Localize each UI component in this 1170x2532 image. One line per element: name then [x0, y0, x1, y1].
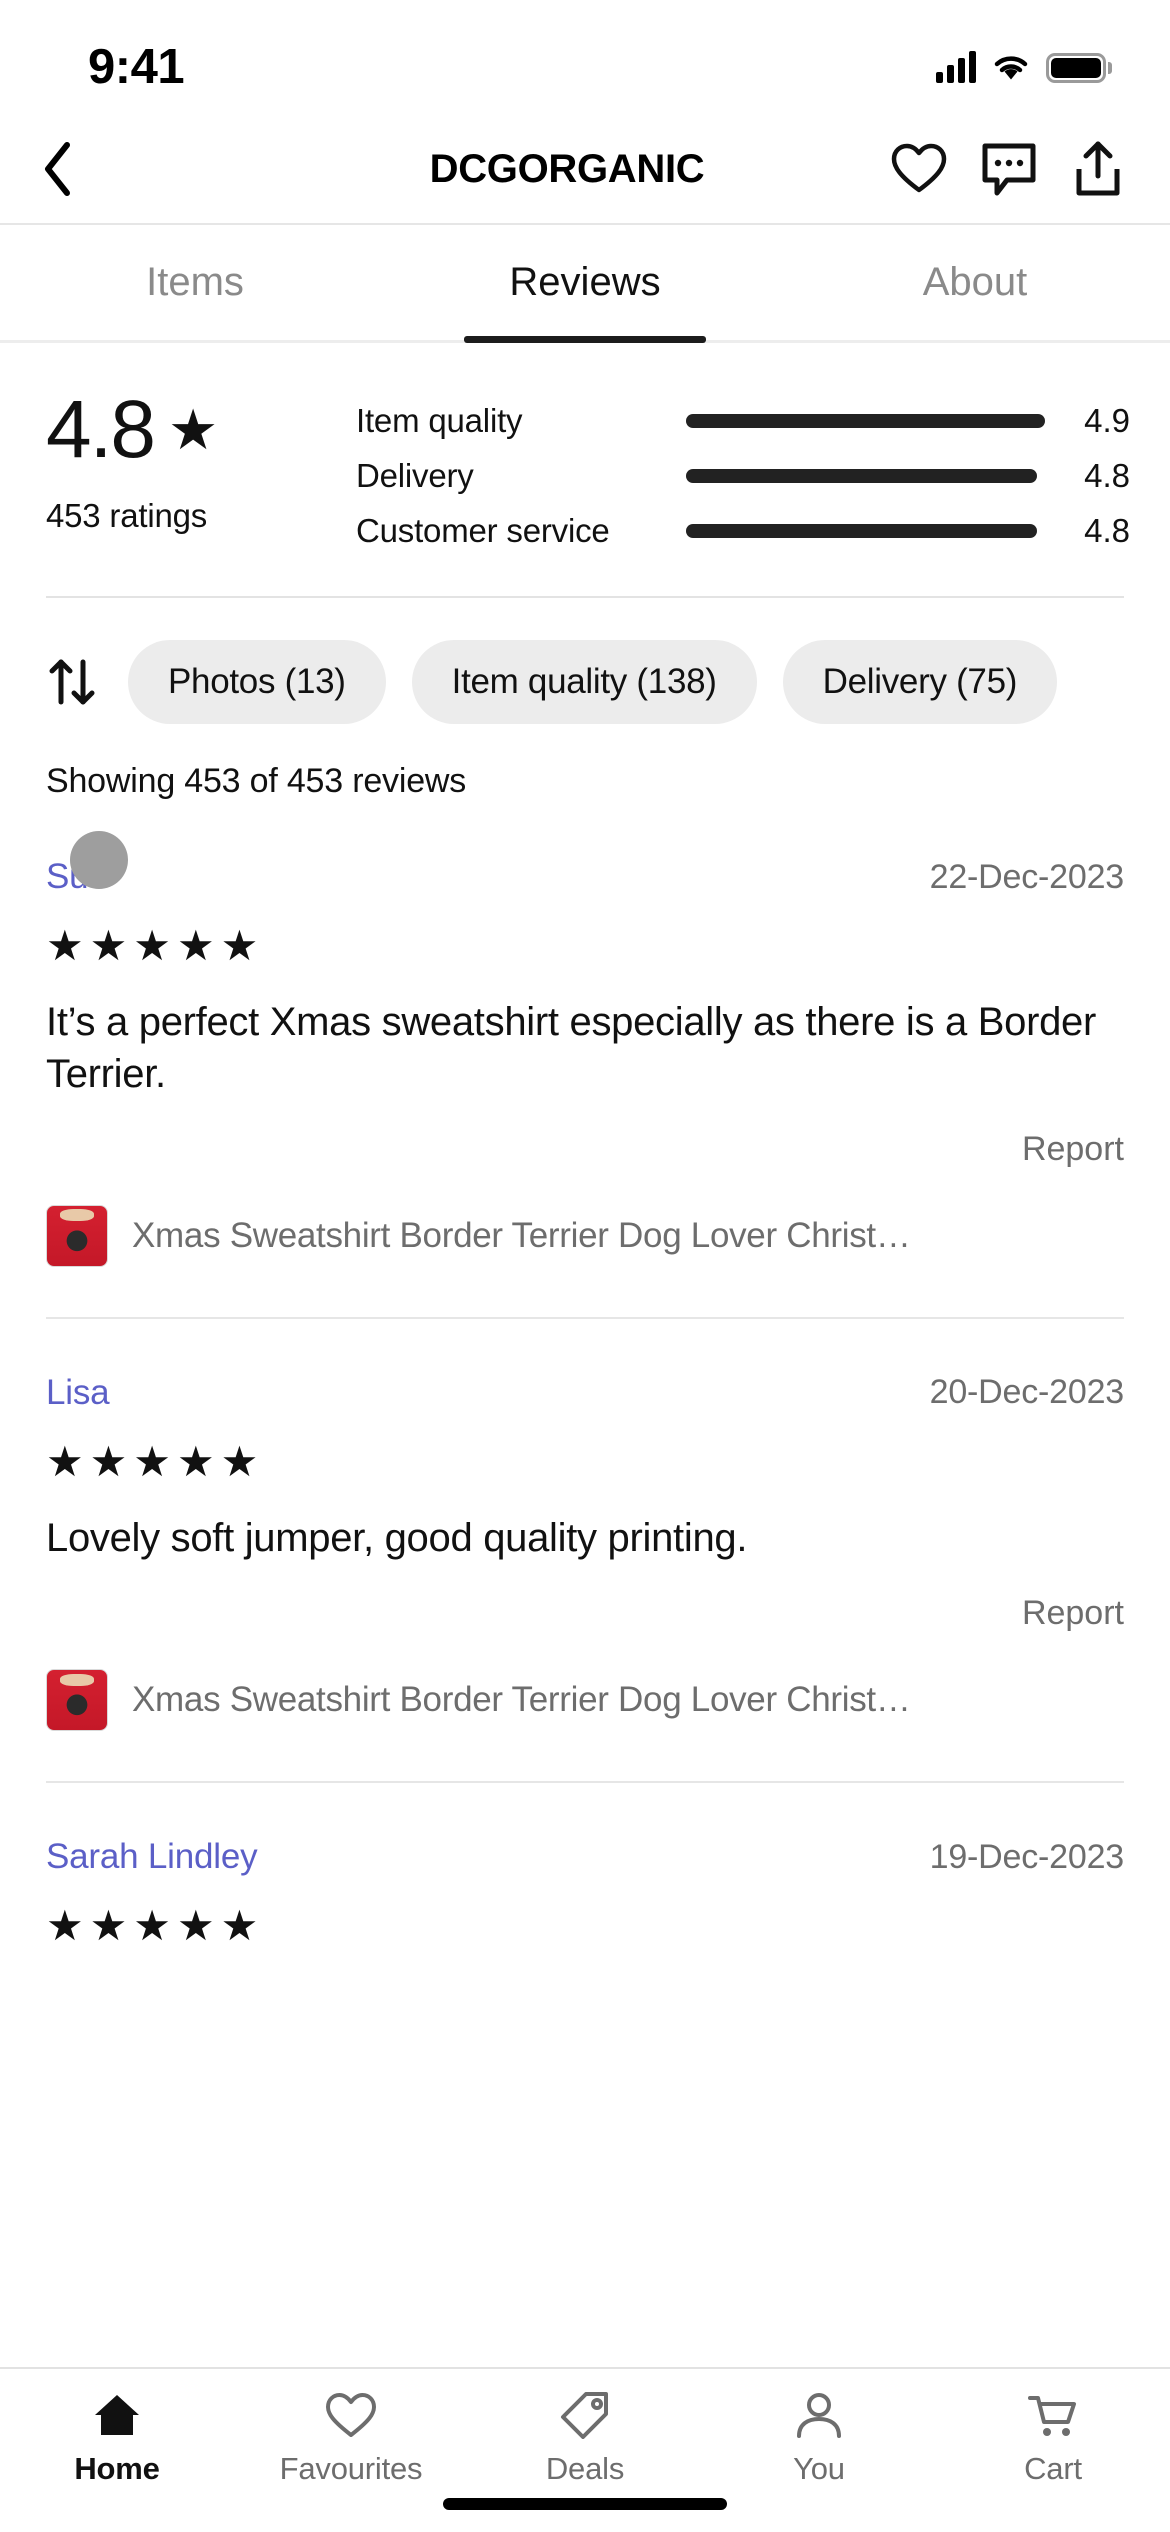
review-stars: ★★★★★ — [46, 1437, 265, 1485]
review-text: Lovely soft jumper, good quality printin… — [46, 1516, 748, 1561]
showing-count-text: Showing 453 of 453 reviews — [46, 762, 467, 800]
reviewer-name[interactable]: Lisa — [46, 1373, 110, 1413]
share-button[interactable] — [1070, 139, 1126, 199]
review-date: 22-Dec-2023 — [929, 857, 1125, 896]
rating-bar — [686, 413, 1052, 428]
share-icon — [1076, 141, 1120, 196]
status-indicators — [936, 33, 1112, 83]
nav-item-you[interactable]: You — [702, 2391, 936, 2487]
rating-breakdown: Item quality 4.9 Delivery 4.8 Customer s… — [356, 385, 1130, 558]
review-header: Sue 22-Dec-2023 — [46, 831, 1125, 907]
status-time: 9:41 — [88, 39, 185, 94]
nav-label: Cart — [1024, 2451, 1082, 2486]
rating-value: 4.9 — [1084, 401, 1130, 439]
message-icon — [982, 143, 1036, 196]
avatar — [70, 831, 128, 889]
nav-item-cart[interactable]: Cart — [936, 2391, 1170, 2487]
filter-chip-item-quality[interactable]: Item quality (138) — [411, 640, 757, 724]
cellular-signal-icon — [936, 50, 976, 83]
review-stars: ★★★★★ — [46, 1902, 265, 1950]
tab-items[interactable]: Items — [0, 225, 390, 340]
tab-bar: Items Reviews About — [0, 225, 1170, 343]
page-title: DCGORGANIC — [429, 146, 705, 191]
review-header: Lisa 20-Dec-2023 — [46, 1363, 1124, 1423]
review-date: 19-Dec-2023 — [929, 1837, 1125, 1876]
review-item: Sue 22-Dec-2023 ★★★★★ It’s a perfect Xma… — [46, 831, 1125, 1317]
sort-arrows-icon — [49, 659, 95, 705]
battery-icon — [1046, 52, 1112, 83]
back-button[interactable] — [24, 139, 94, 199]
heart-icon — [891, 143, 947, 193]
wifi-icon — [991, 51, 1031, 83]
nav-item-home[interactable]: Home — [0, 2391, 234, 2487]
overall-score: 4.8 — [46, 384, 156, 475]
rating-row: Item quality 4.9 — [356, 393, 1130, 448]
tag-icon — [561, 2392, 608, 2439]
review-item: Sarah Lindley 19-Dec-2023 ★★★★★ — [46, 1781, 1124, 1961]
home-icon — [95, 2395, 139, 2435]
rating-label: Customer service — [356, 511, 610, 549]
status-bar: 9:41 — [0, 0, 1170, 115]
review-header: Sarah Lindley 19-Dec-2023 — [46, 1827, 1124, 1887]
reviewed-product[interactable]: Xmas Sweatshirt Border Terrier Dog Lover… — [46, 1204, 1124, 1307]
header-actions — [890, 139, 1140, 199]
rating-value: 4.8 — [1084, 511, 1130, 549]
sort-button[interactable] — [42, 654, 102, 710]
report-row: Report — [46, 1130, 1124, 1169]
report-link[interactable]: Report — [1022, 1594, 1124, 1633]
message-button[interactable] — [980, 141, 1038, 197]
home-indicator — [443, 2498, 727, 2510]
review-item: Lisa 20-Dec-2023 ★★★★★ Lovely soft jumpe… — [46, 1316, 1124, 1782]
nav-label: Home — [74, 2451, 160, 2486]
cart-icon — [1028, 2396, 1076, 2436]
app-header: DCGORGANIC — [0, 115, 1170, 225]
rating-label: Delivery — [356, 456, 474, 494]
rating-bar — [686, 523, 1052, 538]
filter-chip-row: Photos (13) Item quality (138) Delivery … — [0, 598, 1170, 762]
filter-chip-delivery[interactable]: Delivery (75) — [782, 640, 1058, 724]
tab-about[interactable]: About — [780, 225, 1170, 340]
overall-rating: 4.8 ★ 453 ratings — [46, 385, 356, 535]
rating-row: Customer service 4.8 — [356, 503, 1130, 558]
rating-value: 4.8 — [1084, 456, 1130, 494]
product-title: Xmas Sweatshirt Border Terrier Dog Lover… — [132, 1215, 911, 1255]
product-thumbnail-icon — [46, 1669, 108, 1732]
review-list: Sue 22-Dec-2023 ★★★★★ It’s a perfect Xma… — [0, 831, 1170, 1962]
rating-bar — [686, 468, 1052, 483]
filter-chip-photos[interactable]: Photos (13) — [128, 640, 386, 724]
report-link[interactable]: Report — [1022, 1130, 1124, 1169]
nav-item-deals[interactable]: Deals — [468, 2391, 702, 2487]
tab-reviews[interactable]: Reviews — [390, 225, 780, 340]
person-icon — [797, 2393, 841, 2438]
product-thumbnail-icon — [46, 1204, 108, 1267]
rating-label: Item quality — [356, 401, 523, 439]
nav-label: Deals — [545, 2451, 625, 2486]
report-row: Report — [46, 1594, 1124, 1633]
favourite-button[interactable] — [890, 142, 948, 196]
rating-summary: 4.8 ★ 453 ratings Item quality 4.9 Deliv… — [0, 343, 1170, 592]
chevron-left-icon — [45, 142, 70, 196]
product-title: Xmas Sweatshirt Border Terrier Dog Lover… — [132, 1680, 911, 1720]
rating-row: Delivery 4.8 — [356, 448, 1130, 503]
review-date: 20-Dec-2023 — [929, 1373, 1125, 1412]
nav-label: Favourites — [279, 2451, 423, 2486]
review-stars: ★★★★★ — [46, 922, 265, 969]
nav-item-favourites[interactable]: Favourites — [234, 2391, 468, 2487]
ratings-count: 453 ratings — [46, 497, 208, 534]
reviewer-name[interactable]: Sarah Lindley — [46, 1837, 258, 1877]
bottom-navigation: Home Favourites Deals You Cart — [0, 2367, 1170, 2532]
reviewed-product[interactable]: Xmas Sweatshirt Border Terrier Dog Lover… — [46, 1669, 1124, 1771]
review-text: It’s a perfect Xmas sweatshirt especiall… — [46, 1000, 1097, 1096]
star-icon: ★ — [168, 398, 219, 461]
heart-icon — [326, 2393, 376, 2437]
nav-label: You — [793, 2451, 845, 2486]
